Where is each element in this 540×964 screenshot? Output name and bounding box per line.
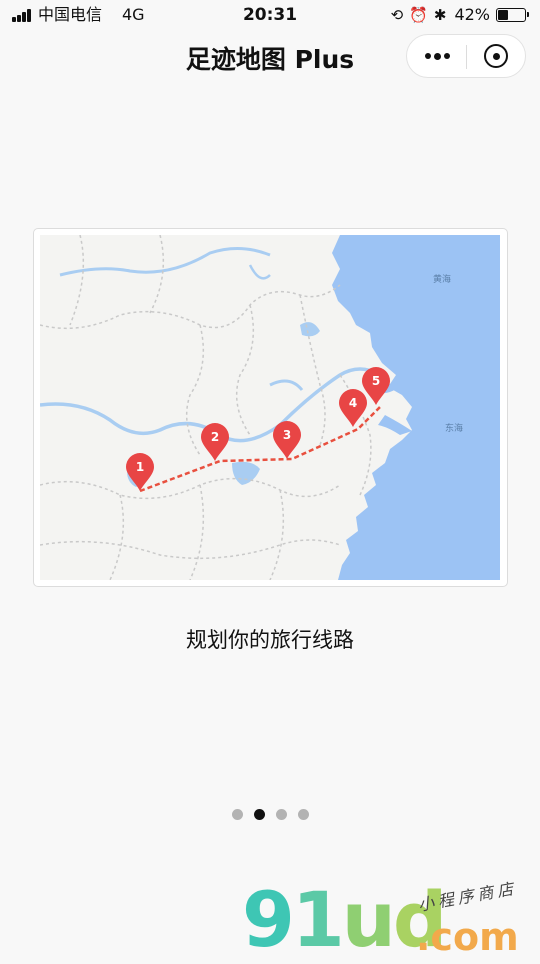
orientation-lock-icon: ⟲ — [390, 6, 404, 24]
page-dot-1[interactable] — [231, 809, 243, 820]
onboarding-map-card: 黄海 东海 1 2 3 4 5 — [33, 228, 508, 587]
page-dot-4[interactable] — [297, 809, 309, 820]
target-close-icon-dot — [492, 52, 500, 60]
navigation-bar: 足迹地图 Plus — [0, 30, 540, 90]
map-marker-label: 3 — [283, 428, 291, 442]
sea-label-yellow-sea: 黄海 — [433, 273, 451, 285]
alarm-icon: ⏰ — [409, 6, 428, 24]
watermark-brand-char: u — [341, 875, 396, 964]
status-icons: ⟲ ⏰ ✱ 42% — [390, 0, 529, 30]
onboarding-caption: 规划你的旅行线路 — [186, 628, 354, 652]
page-dot-2[interactable] — [253, 809, 265, 820]
status-bar: 中国电信 4G 20:31 ⟲ ⏰ ✱ 42% — [0, 0, 540, 30]
map-marker-label: 2 — [211, 430, 219, 444]
watermark-suffix: .com — [416, 915, 519, 959]
map-image: 黄海 东海 1 2 3 4 5 — [40, 235, 500, 580]
battery-level — [498, 10, 509, 20]
bluetooth-icon: ✱ — [433, 6, 447, 24]
watermark-brand-char: 1 — [291, 875, 345, 964]
route-map: 黄海 东海 1 2 3 4 5 — [40, 235, 500, 580]
watermark-brand-char: 9 — [242, 875, 295, 964]
close-mini-program-button[interactable] — [467, 35, 526, 77]
map-marker-label: 5 — [372, 374, 380, 388]
page-indicator — [0, 809, 540, 821]
mini-program-capsule — [406, 34, 526, 78]
map-marker-label: 1 — [136, 460, 144, 474]
battery-percent: 42% — [454, 5, 490, 24]
map-marker-label: 4 — [349, 396, 357, 410]
watermark-brand-text: 91ud — [242, 875, 447, 964]
sea-label-east-sea: 东海 — [445, 422, 463, 434]
battery-icon — [496, 8, 529, 22]
watermark-brand: 91ud — [242, 880, 447, 960]
watermark: 91ud 小程序商店 .com — [240, 879, 540, 960]
page-dot-3[interactable] — [275, 809, 287, 820]
more-button[interactable] — [407, 35, 466, 77]
